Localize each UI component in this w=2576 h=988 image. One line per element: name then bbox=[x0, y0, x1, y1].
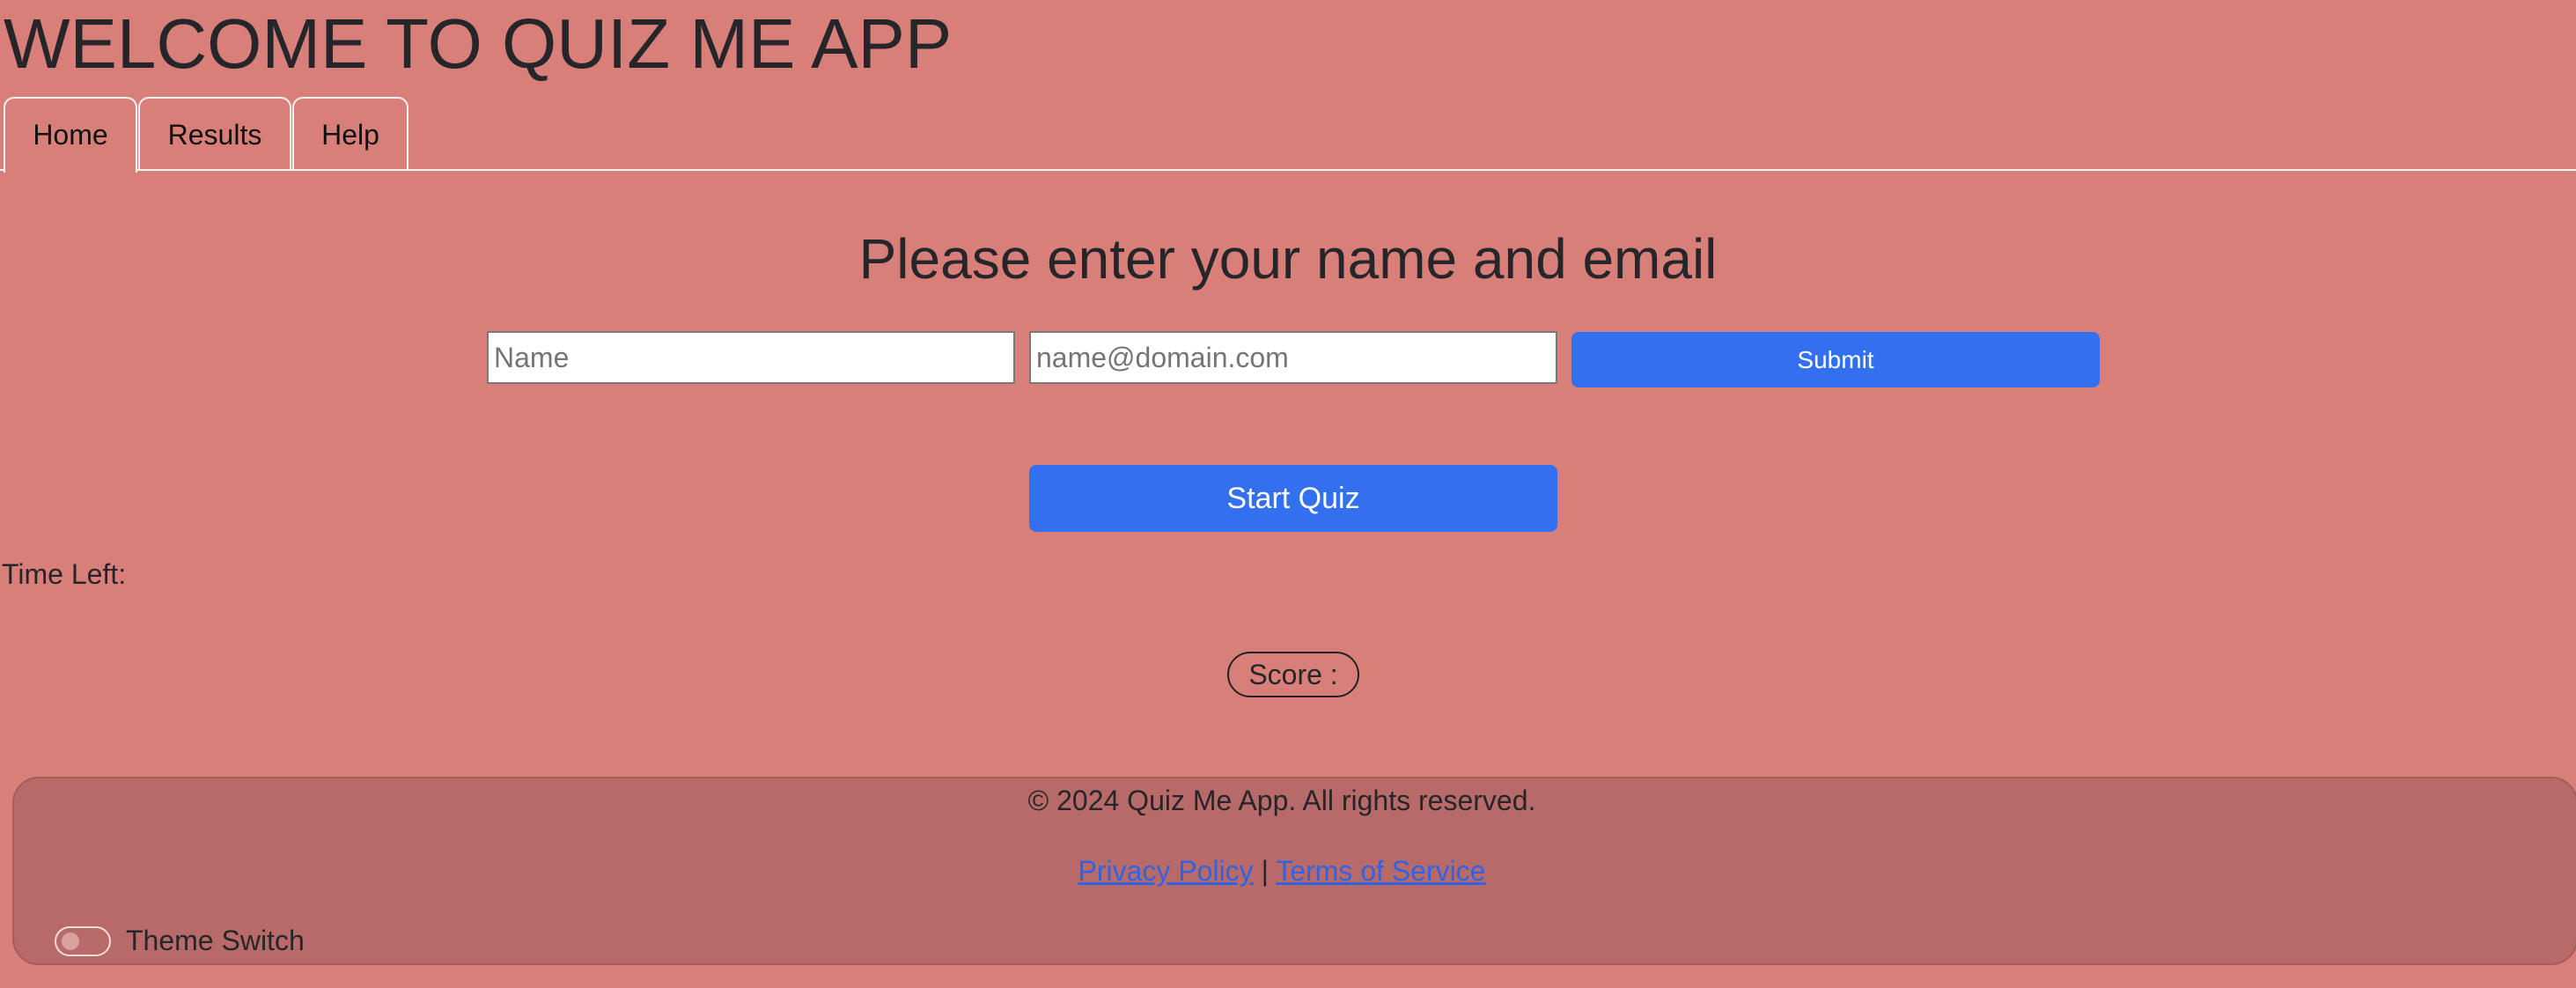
name-input[interactable] bbox=[487, 331, 1015, 384]
email-input[interactable] bbox=[1029, 331, 1557, 384]
tab-home[interactable]: Home bbox=[4, 97, 137, 173]
footer-links: Privacy Policy | Terms of Service bbox=[0, 849, 2564, 893]
theme-switch-toggle[interactable] bbox=[55, 926, 111, 956]
footer-copyright: © 2024 Quiz Me App. All rights reserved. bbox=[1027, 785, 1536, 816]
footer-link-separator: | bbox=[1261, 855, 1269, 887]
app-title: WELCOME TO QUIZ ME APP bbox=[4, 4, 953, 83]
toggle-knob bbox=[62, 933, 79, 950]
tab-results[interactable]: Results bbox=[138, 97, 291, 171]
theme-switch-label: Theme Switch bbox=[126, 925, 305, 956]
time-left-label: Time Left: bbox=[2, 558, 127, 590]
tab-help[interactable]: Help bbox=[292, 97, 408, 171]
submit-button[interactable]: Submit bbox=[1571, 332, 2100, 387]
score-badge: Score : bbox=[1227, 652, 1359, 697]
privacy-policy-link[interactable]: Privacy Policy bbox=[1078, 855, 1254, 887]
quiz-app-page: WELCOME TO QUIZ ME APP Home Results Help… bbox=[0, 0, 2576, 988]
terms-of-service-link[interactable]: Terms of Service bbox=[1276, 855, 1485, 887]
tab-bar: Home Results Help bbox=[0, 97, 2576, 173]
form-heading: Please enter your name and email bbox=[858, 227, 1718, 291]
start-quiz-button[interactable]: Start Quiz bbox=[1029, 465, 1557, 532]
